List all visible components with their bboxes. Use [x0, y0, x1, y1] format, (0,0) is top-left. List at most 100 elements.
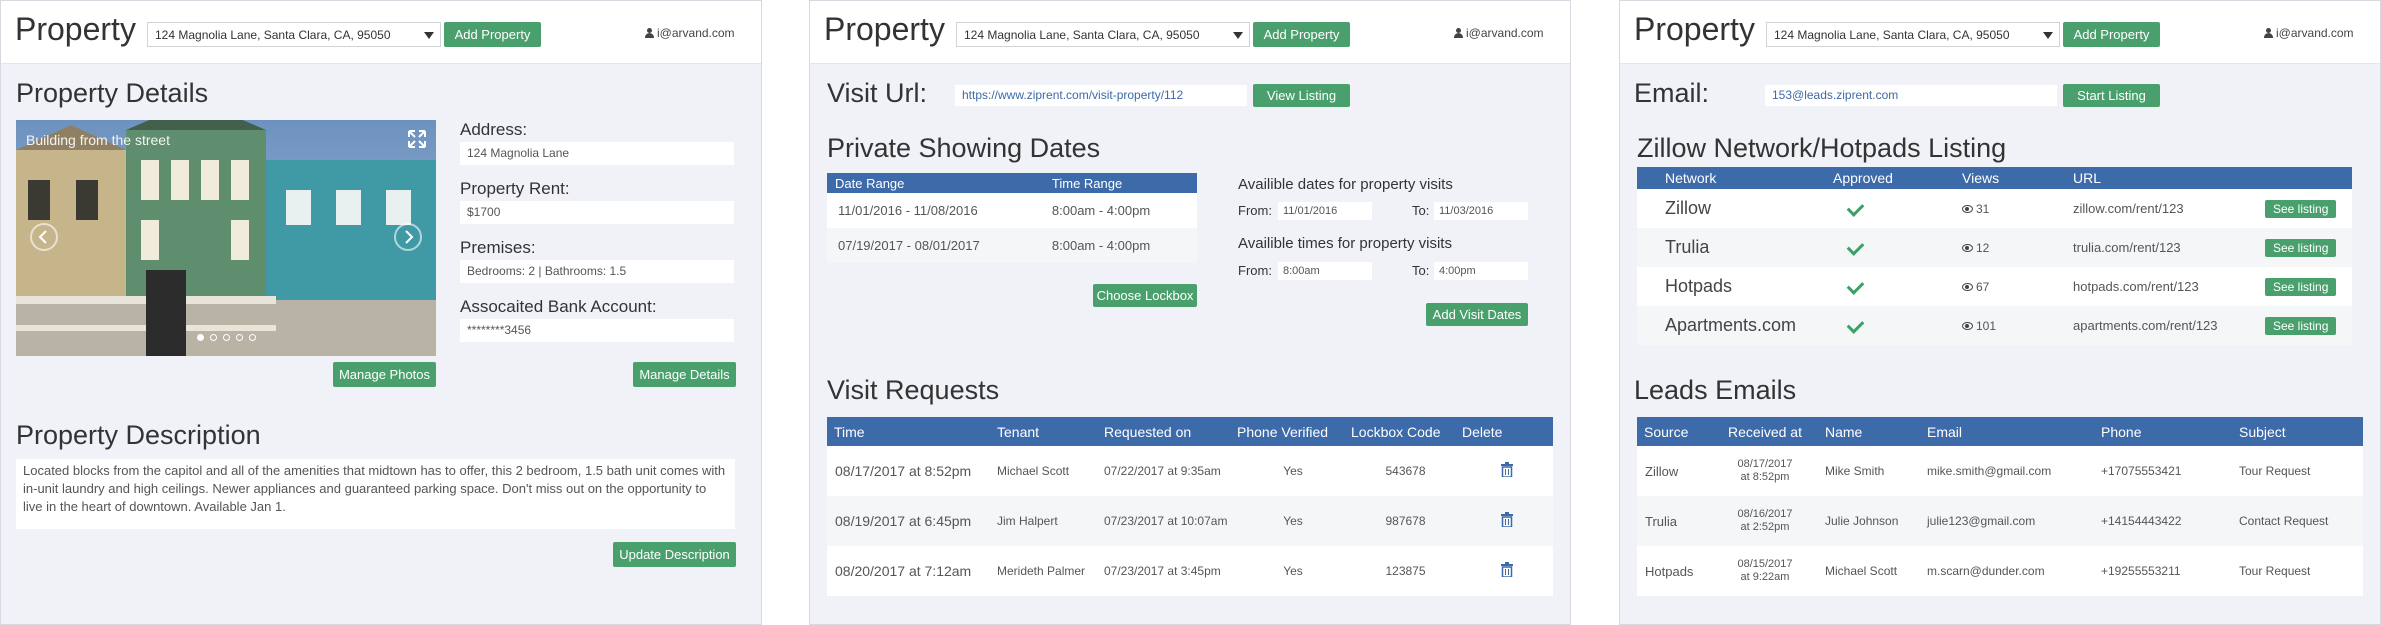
- expand-icon[interactable]: [408, 130, 426, 148]
- carousel-prev-button[interactable]: [30, 223, 58, 251]
- table-row[interactable]: 08/19/2017 at 6:45pm Jim Halpert 07/23/2…: [827, 496, 1553, 546]
- eye-icon: [1962, 243, 1973, 252]
- table-row[interactable]: Trulia 12 trulia.com/rent/123 See listin…: [1637, 228, 2352, 267]
- table-row[interactable]: 07/19/2017 - 08/01/2017 8:00am - 4:00pm: [827, 228, 1197, 263]
- trash-icon[interactable]: [1501, 512, 1513, 528]
- column-header: Tenant: [996, 417, 1103, 446]
- bank-account-field[interactable]: ********3456: [460, 319, 734, 342]
- table-row[interactable]: Hotpads 67 hotpads.com/rent/123 See list…: [1637, 267, 2352, 306]
- column-header: URL: [2072, 167, 2264, 189]
- property-description-title: Property Description: [16, 420, 261, 450]
- user-icon: [2264, 28, 2273, 38]
- trash-icon[interactable]: [1501, 562, 1513, 578]
- user-account[interactable]: i@arvand.com: [645, 26, 735, 40]
- carousel-indicators: [16, 328, 436, 346]
- url-cell[interactable]: apartments.com/rent/123: [2072, 306, 2264, 345]
- user-email: i@arvand.com: [657, 26, 735, 40]
- carousel-dot[interactable]: [209, 334, 217, 341]
- user-account[interactable]: i@arvand.com: [2264, 26, 2354, 40]
- table-row[interactable]: Hotpads 08/15/2017 at 9:22am Michael Scot…: [1637, 546, 2363, 596]
- table-row[interactable]: Apartments.com 101 apartments.com/rent/1…: [1637, 306, 2352, 345]
- checkmark-icon: [1846, 199, 1865, 217]
- checkmark-icon: [1846, 238, 1865, 256]
- name-cell: Mike Smith: [1817, 446, 1926, 496]
- start-listing-button[interactable]: Start Listing: [2063, 84, 2160, 107]
- email-cell[interactable]: julie123@gmail.com: [1926, 496, 2100, 546]
- email-cell[interactable]: mike.smith@gmail.com: [1926, 446, 2100, 496]
- see-listing-button[interactable]: See listing: [2265, 316, 2337, 335]
- table-row[interactable]: 11/01/2016 - 11/08/2016 8:00am - 4:00pm: [827, 193, 1197, 228]
- rent-field[interactable]: $1700: [460, 201, 734, 224]
- views-cell: 101: [1961, 306, 2072, 345]
- column-header: Phone Verified: [1236, 417, 1350, 446]
- date-to-label: To:: [1412, 203, 1430, 218]
- table-row[interactable]: Zillow 31 zillow.com/rent/123 See listin…: [1637, 189, 2352, 228]
- date-to-field[interactable]: 11/03/2016: [1434, 202, 1528, 220]
- user-account[interactable]: i@arvand.com: [1454, 26, 1544, 40]
- views-cell: 67: [1961, 267, 2072, 306]
- eye-icon: [1962, 321, 1973, 330]
- manage-details-button[interactable]: Manage Details: [633, 362, 736, 387]
- table-row[interactable]: Trulia 08/16/2017 at 2:52pm Julie Johnson…: [1637, 496, 2363, 546]
- see-listing-button[interactable]: See listing: [2265, 277, 2337, 296]
- email-field[interactable]: 153@leads.ziprent.com: [1765, 85, 2057, 106]
- date-from-field[interactable]: 11/01/2016: [1278, 202, 1372, 220]
- table-row[interactable]: Zillow 08/17/2017 at 8:52pm Mike Smith mi…: [1637, 446, 2363, 496]
- user-email: i@arvand.com: [2276, 26, 2354, 40]
- property-photo-carousel[interactable]: Building from the street: [16, 120, 436, 356]
- see-listing-button[interactable]: See listing: [2265, 238, 2337, 257]
- property-address-select[interactable]: 124 Magnolia Lane, Santa Clara, CA, 9505…: [147, 22, 441, 47]
- carousel-dot[interactable]: [248, 334, 256, 341]
- source-cell: Hotpads: [1637, 546, 1713, 596]
- time-from-field[interactable]: 8:00am: [1278, 262, 1372, 280]
- property-address-select[interactable]: 124 Magnolia Lane, Santa Clara, CA, 9505…: [1766, 22, 2060, 47]
- url-cell[interactable]: hotpads.com/rent/123: [2072, 267, 2264, 306]
- carousel-next-button[interactable]: [394, 223, 422, 251]
- table-row[interactable]: 08/17/2017 at 8:52pm Michael Scott 07/22…: [827, 446, 1553, 496]
- phone-cell: +14154443422: [2100, 496, 2238, 546]
- carousel-dot[interactable]: [235, 334, 243, 341]
- address-field[interactable]: 124 Magnolia Lane: [460, 142, 734, 165]
- leads-emails-table: Source Received at Name Email Phone Subj…: [1637, 417, 2363, 596]
- add-property-button[interactable]: Add Property: [1253, 22, 1350, 47]
- url-cell[interactable]: zillow.com/rent/123: [2072, 189, 2264, 228]
- premises-field[interactable]: Bedrooms: 2 | Bathrooms: 1.5: [460, 260, 734, 283]
- time-cell: 08/17/2017 at 8:52pm: [827, 446, 996, 496]
- top-bar: Property 124 Magnolia Lane, Santa Clara,…: [1620, 1, 2380, 64]
- carousel-dot[interactable]: [222, 334, 230, 341]
- add-property-button[interactable]: Add Property: [444, 22, 541, 47]
- email-cell[interactable]: m.scarn@dunder.com: [1926, 546, 2100, 596]
- time-from-label: From:: [1238, 263, 1272, 278]
- see-listing-button[interactable]: See listing: [2265, 199, 2337, 218]
- received-date: 08/17/2017: [1737, 458, 1793, 470]
- visit-url-label: Visit Url:: [827, 78, 928, 108]
- showing-dates-table: Date Range Time Range 11/01/2016 - 11/08…: [827, 173, 1197, 263]
- column-header: Subject: [2238, 417, 2363, 446]
- column-header: Lockbox Code: [1350, 417, 1461, 446]
- time-to-field[interactable]: 4:00pm: [1434, 262, 1528, 280]
- table-row[interactable]: 08/20/2017 at 7:12am Merideth Palmer 07/…: [827, 546, 1553, 596]
- property-address-select[interactable]: 124 Magnolia Lane, Santa Clara, CA, 9505…: [956, 22, 1250, 47]
- trash-icon[interactable]: [1501, 462, 1513, 478]
- property-description-text[interactable]: Located blocks from the capitol and all …: [16, 459, 735, 529]
- views-count: 12: [1976, 240, 1990, 255]
- bank-account-label: Assocaited Bank Account:: [460, 297, 657, 316]
- column-header: [2264, 167, 2352, 189]
- chevron-left-icon: [38, 230, 47, 244]
- tenant-cell: Merideth Palmer: [996, 546, 1103, 596]
- choose-lockbox-button[interactable]: Choose Lockbox: [1093, 284, 1197, 307]
- url-cell[interactable]: trulia.com/rent/123: [2072, 228, 2264, 267]
- views-count: 31: [1976, 201, 1990, 216]
- manage-photos-button[interactable]: Manage Photos: [333, 362, 436, 387]
- add-visit-dates-button[interactable]: Add Visit Dates: [1426, 303, 1528, 326]
- view-listing-button[interactable]: View Listing: [1253, 84, 1350, 107]
- add-property-button[interactable]: Add Property: [2063, 22, 2160, 47]
- update-description-button[interactable]: Update Description: [613, 542, 736, 567]
- visit-url-field[interactable]: https://www.ziprent.com/visit-property/1…: [955, 85, 1247, 106]
- listing-panel: Property 124 Magnolia Lane, Santa Clara,…: [1619, 0, 2381, 625]
- date-range-cell: 11/01/2016 - 11/08/2016: [827, 193, 1051, 228]
- time-range-cell: 8:00am - 4:00pm: [1050, 193, 1197, 228]
- time-cell: 08/19/2017 at 6:45pm: [827, 496, 996, 546]
- carousel-dot[interactable]: [196, 334, 204, 341]
- brand-title: Property: [824, 11, 945, 47]
